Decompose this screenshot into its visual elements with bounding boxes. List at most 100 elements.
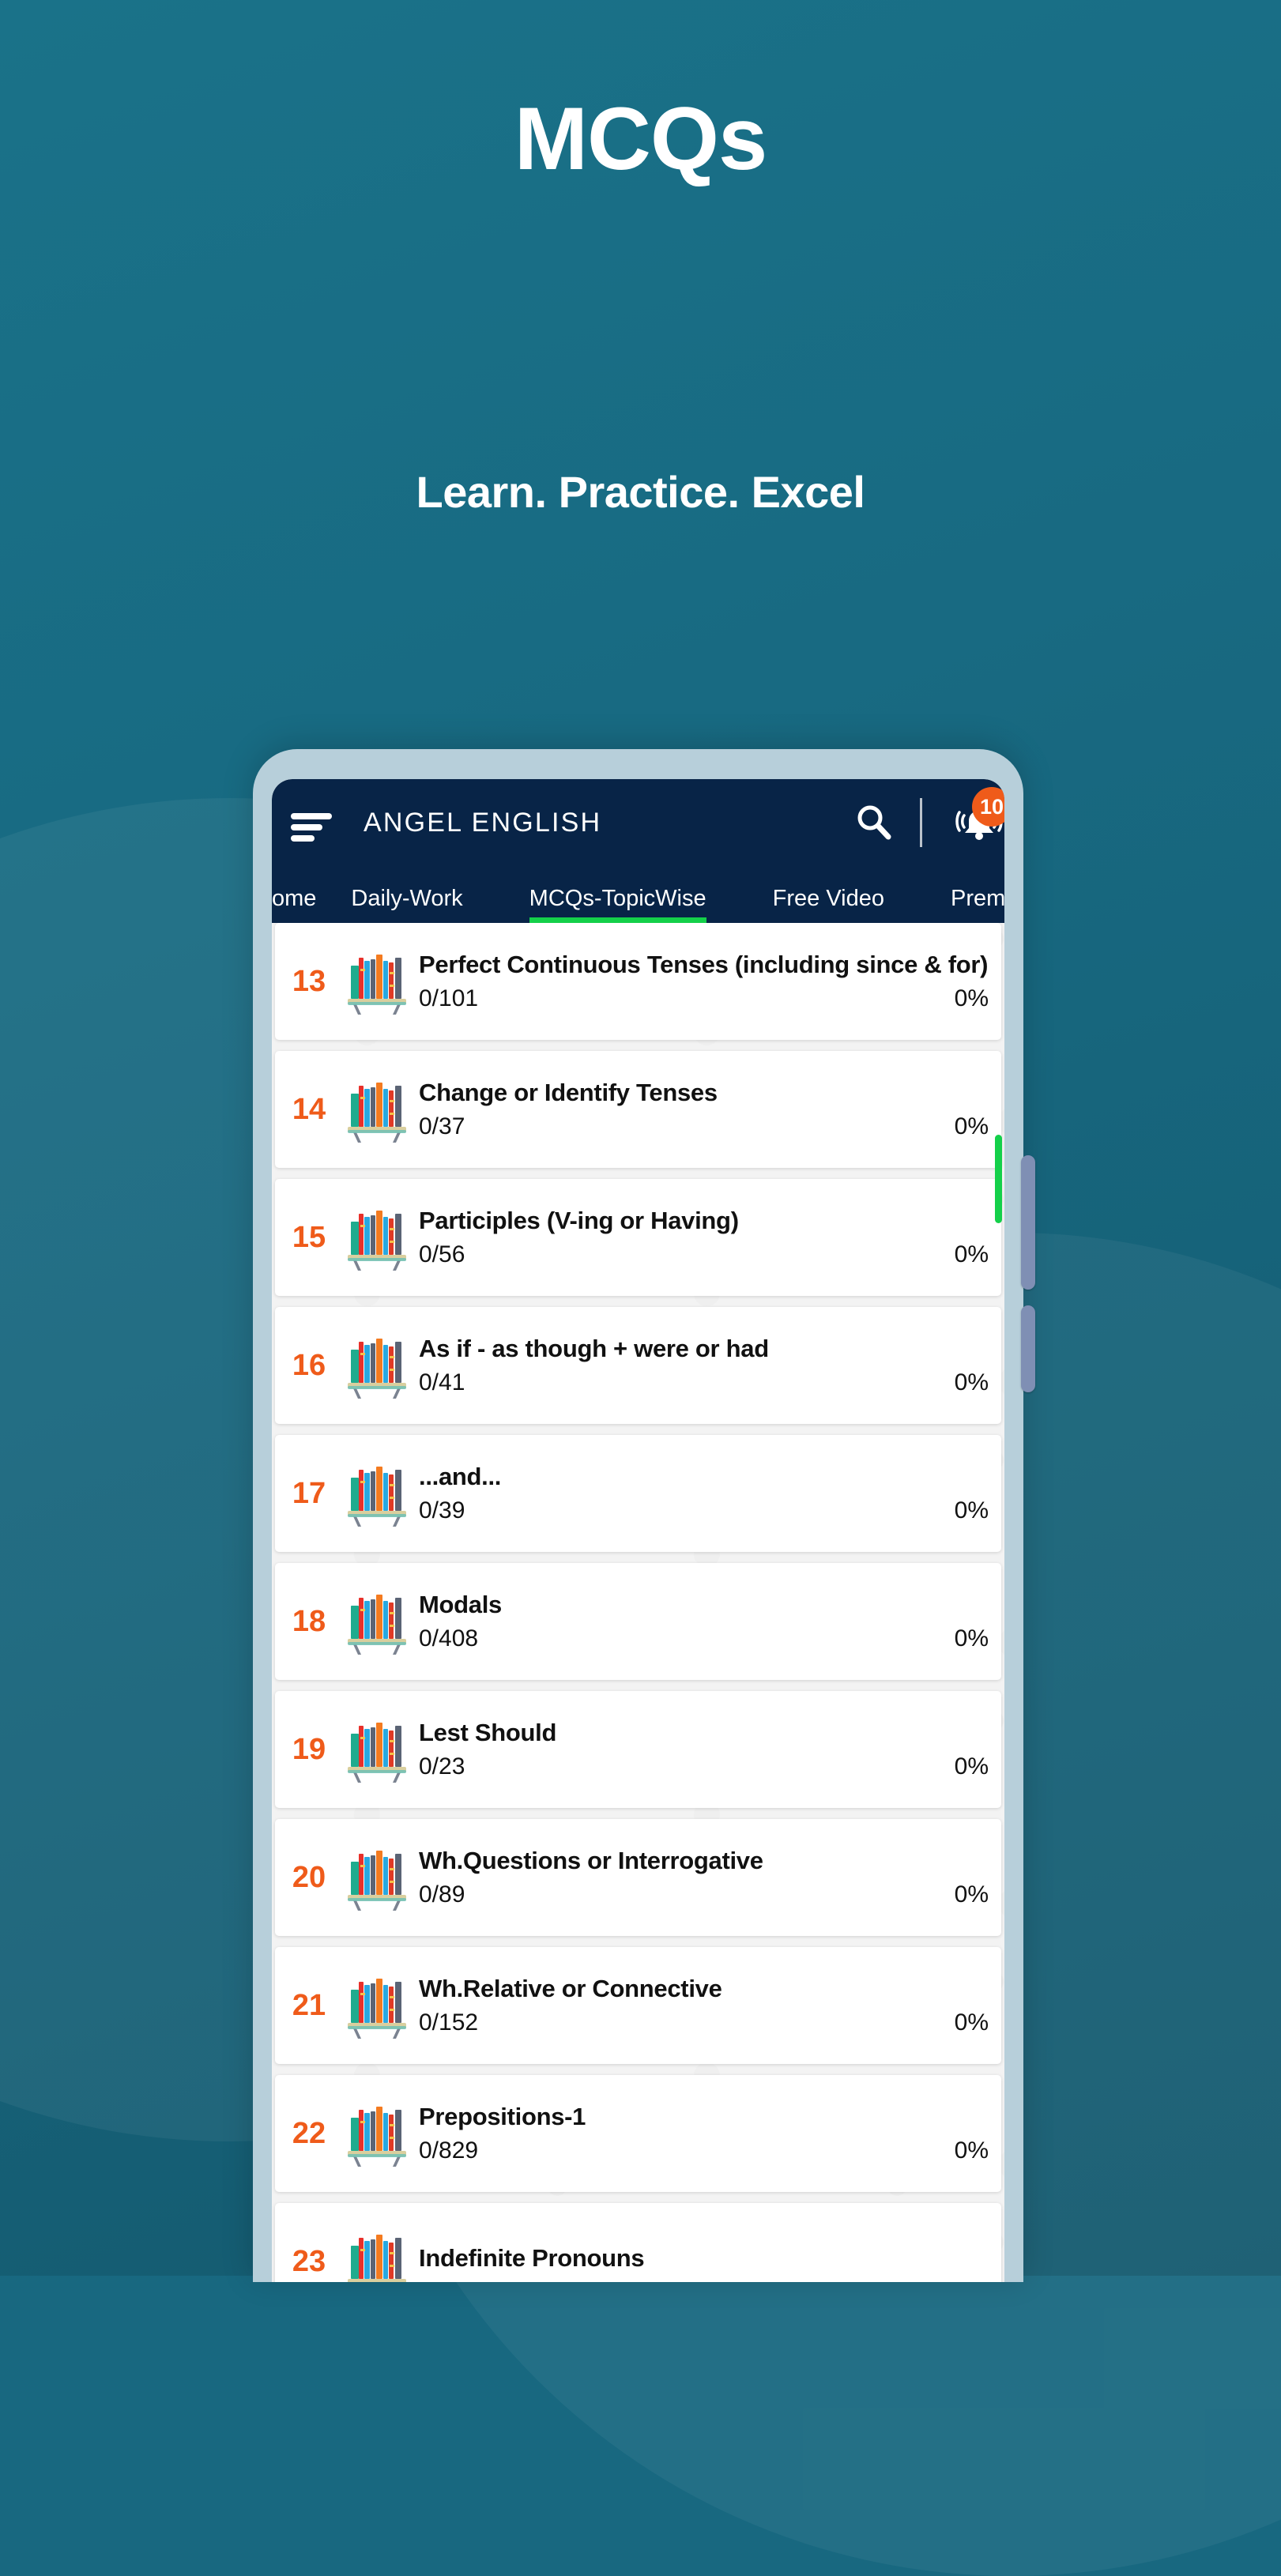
promo-title: MCQs bbox=[514, 89, 768, 188]
tab-bar: ome Daily-Work MCQs-TopicWise Free Video Pre… bbox=[272, 866, 1004, 923]
bookshelf-icon bbox=[343, 1588, 411, 1655]
topic-percent: 0% bbox=[954, 1625, 989, 1651]
tab-label: Free Video bbox=[772, 886, 884, 911]
volume-up-button[interactable] bbox=[1021, 1155, 1035, 1290]
notification-button[interactable]: 10 bbox=[955, 787, 1004, 845]
topic-row[interactable]: 14 Change or Identify Tenses 0/37 0% bbox=[275, 1051, 1001, 1168]
topic-body: Modals 0/408 0% bbox=[419, 1591, 1001, 1652]
phone-frame: ANGEL ENGLISH 10 ome Daily-Work MCQs-Top… bbox=[253, 749, 1035, 2282]
topic-meta: 0/89 0% bbox=[419, 1881, 989, 1908]
topic-row[interactable]: 23 Indefinite Pronouns bbox=[275, 2203, 1001, 2282]
topic-count: 0/37 bbox=[419, 1113, 465, 1139]
topic-row[interactable]: 13 Perfect Continuous Tenses (including … bbox=[275, 923, 1001, 1040]
tab-free-video[interactable]: Free Video bbox=[773, 886, 884, 923]
topic-number: 20 bbox=[292, 1860, 326, 1894]
topic-number: 23 bbox=[292, 2244, 326, 2278]
phone-screen: ANGEL ENGLISH 10 ome Daily-Work MCQs-Top… bbox=[272, 779, 1004, 2282]
topic-row[interactable]: 16 As if - as though + were or had 0/41 0% bbox=[275, 1307, 1001, 1424]
bookshelf-icon bbox=[348, 1723, 406, 1783]
topic-number: 21 bbox=[292, 1988, 326, 2022]
bookshelf-icon bbox=[343, 1716, 411, 1783]
bookshelf-icon bbox=[343, 1204, 411, 1271]
tab-label: Premiu bbox=[950, 886, 1004, 911]
app-title: ANGEL ENGLISH bbox=[364, 808, 602, 838]
topic-number: 13 bbox=[292, 964, 326, 998]
topic-title: ...and... bbox=[419, 1463, 502, 1491]
tab-ome[interactable]: ome bbox=[272, 886, 316, 923]
topic-percent: 0% bbox=[954, 1241, 989, 1267]
tab-mcqs-topicwise[interactable]: MCQs-TopicWise bbox=[529, 886, 706, 923]
bookshelf-icon bbox=[348, 2107, 406, 2167]
tab-premiu[interactable]: Premiu bbox=[951, 886, 1004, 923]
topic-row[interactable]: 17 ...and... 0/39 0% bbox=[275, 1435, 1001, 1552]
bookshelf-icon bbox=[348, 1083, 406, 1143]
topic-count: 0/408 bbox=[419, 1625, 479, 1651]
topic-percent: 0% bbox=[954, 2137, 989, 2164]
topic-number: 22 bbox=[292, 2116, 326, 2150]
topic-body: Change or Identify Tenses 0/37 0% bbox=[419, 1079, 1001, 1140]
topic-title: Wh.Relative or Connective bbox=[419, 1975, 722, 2003]
topic-title: Prepositions-1 bbox=[419, 2103, 586, 2131]
topic-count: 0/39 bbox=[419, 1497, 465, 1523]
topic-meta: 0/408 0% bbox=[419, 1625, 989, 1652]
topic-count: 0/101 bbox=[419, 985, 479, 1011]
topic-body: Wh.Questions or Interrogative 0/89 0% bbox=[419, 1847, 1001, 1908]
topic-meta: 0/829 0% bbox=[419, 2137, 989, 2164]
topic-row[interactable]: 20 Wh.Questions or Interrogative 0/89 0% bbox=[275, 1819, 1001, 1936]
search-icon[interactable] bbox=[855, 803, 893, 841]
topic-meta: 0/56 0% bbox=[419, 1241, 989, 1268]
bookshelf-icon bbox=[348, 1595, 406, 1655]
topic-percent: 0% bbox=[954, 1753, 989, 1779]
promo-subtitle: Learn. Practice. Excel bbox=[416, 467, 865, 517]
topic-row[interactable]: 21 Wh.Relative or Connective 0/152 0% bbox=[275, 1947, 1001, 2064]
topic-body: Perfect Continuous Tenses (including sin… bbox=[419, 951, 1001, 1012]
scrollbar-thumb[interactable] bbox=[995, 1135, 1002, 1223]
bookshelf-icon bbox=[343, 948, 411, 1015]
volume-down-button[interactable] bbox=[1021, 1305, 1035, 1392]
topic-percent: 0% bbox=[954, 1881, 989, 1908]
topic-number: 18 bbox=[292, 1604, 326, 1638]
bookshelf-icon bbox=[348, 1211, 406, 1271]
topic-meta: 0/23 0% bbox=[419, 1753, 989, 1780]
topic-number: 19 bbox=[292, 1732, 326, 1766]
bookshelf-icon bbox=[343, 1332, 411, 1399]
topic-row[interactable]: 22 Prepositions-1 0/829 0% bbox=[275, 2075, 1001, 2192]
bookshelf-icon bbox=[348, 1339, 406, 1399]
topic-meta: 0/37 0% bbox=[419, 1113, 989, 1140]
hamburger-menu-icon[interactable] bbox=[291, 813, 332, 842]
topic-number: 17 bbox=[292, 1476, 326, 1510]
bookshelf-icon bbox=[343, 1972, 411, 2039]
topic-row[interactable]: 19 Lest Should 0/23 0% bbox=[275, 1691, 1001, 1808]
tab-label: ome bbox=[272, 886, 317, 911]
topic-count: 0/56 bbox=[419, 1241, 465, 1267]
topic-title: Perfect Continuous Tenses (including sin… bbox=[419, 951, 989, 979]
bookshelf-icon bbox=[343, 1076, 411, 1143]
topic-count: 0/41 bbox=[419, 1369, 465, 1395]
topic-title: Participles (V-ing or Having) bbox=[419, 1207, 739, 1235]
topic-percent: 0% bbox=[954, 985, 989, 1011]
topic-row[interactable]: 15 Participles (V-ing or Having) 0/56 0% bbox=[275, 1179, 1001, 1296]
topic-number: 15 bbox=[292, 1220, 326, 1254]
bookshelf-icon bbox=[343, 2100, 411, 2167]
bookshelf-icon bbox=[343, 1460, 411, 1527]
topic-title: Modals bbox=[419, 1591, 502, 1619]
topic-list: 13 Perfect Continuous Tenses (including … bbox=[272, 923, 1004, 2282]
topic-title: Wh.Questions or Interrogative bbox=[419, 1847, 763, 1875]
topic-row[interactable]: 18 Modals 0/408 0% bbox=[275, 1563, 1001, 1680]
topic-title: As if - as though + were or had bbox=[419, 1335, 769, 1363]
tab-daily-work[interactable]: Daily-Work bbox=[351, 886, 462, 923]
topic-number: 14 bbox=[292, 1092, 326, 1126]
topic-count: 0/152 bbox=[419, 2009, 479, 2036]
topic-title: Lest Should bbox=[419, 1719, 557, 1747]
topic-meta: 0/39 0% bbox=[419, 1497, 989, 1524]
bookshelf-icon bbox=[348, 1851, 406, 1911]
topic-percent: 0% bbox=[954, 1497, 989, 1523]
topic-title: Change or Identify Tenses bbox=[419, 1079, 718, 1107]
topic-body: Participles (V-ing or Having) 0/56 0% bbox=[419, 1207, 1001, 1268]
header-divider bbox=[920, 798, 922, 847]
topic-rows: 13 Perfect Continuous Tenses (including … bbox=[272, 923, 1004, 2282]
topic-number: 16 bbox=[292, 1348, 326, 1382]
topic-percent: 0% bbox=[954, 1113, 989, 1139]
topic-meta: 0/41 0% bbox=[419, 1369, 989, 1396]
bookshelf-icon bbox=[348, 1979, 406, 2039]
